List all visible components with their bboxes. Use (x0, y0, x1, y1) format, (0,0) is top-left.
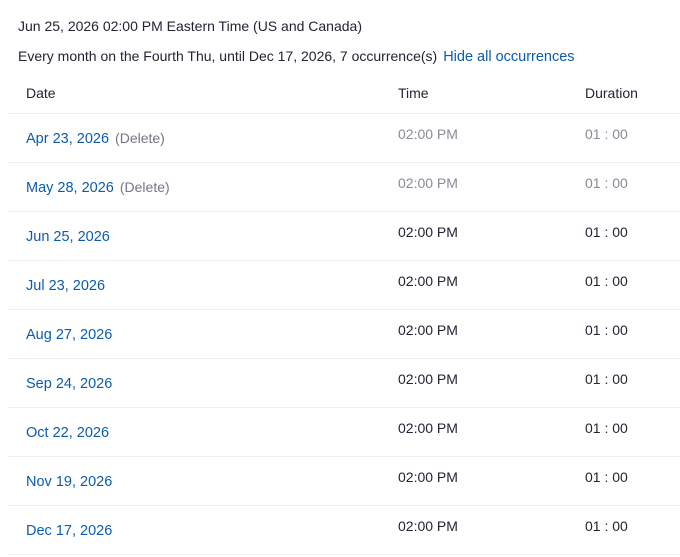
occurrence-duration: 01 : 00 (585, 175, 628, 191)
table-body: Apr 23, 2026 (Delete) 02:00 PM 01 : 00 May 2… (8, 114, 680, 555)
occurrence-duration: 01 : 00 (585, 273, 628, 289)
occurrence-time: 02:00 PM (398, 126, 458, 142)
recurrence-summary: Every month on the Fourth Thu, until Dec… (18, 46, 575, 67)
occurrence-time: 02:00 PM (398, 224, 458, 240)
occurrence-duration: 01 : 00 (585, 126, 628, 142)
hide-all-occurrences-link[interactable]: Hide all occurrences (443, 49, 574, 65)
occurrence-duration: 01 : 00 (585, 322, 628, 338)
recurrence-text: Every month on the Fourth Thu, until Dec… (18, 48, 438, 64)
occurrence-date-link[interactable]: Aug 27, 2026 (26, 327, 112, 343)
occurrences-table: Date Time Duration Apr 23, 2026 (Delete) 0… (8, 74, 680, 555)
occurrence-date-link[interactable]: Oct 22, 2026 (26, 425, 109, 441)
table-row: Jun 25, 2026 02:00 PM 01 : 00 (8, 212, 680, 261)
table-header-row: Date Time Duration (8, 74, 680, 114)
occurrence-time: 02:00 PM (398, 518, 458, 534)
occurrence-date-cell: Jun 25, 2026 (26, 226, 110, 247)
table-row: Sep 24, 2026 02:00 PM 01 : 00 (8, 359, 680, 408)
occurrence-date-link[interactable]: Sep 24, 2026 (26, 376, 112, 392)
table-row: Oct 22, 2026 02:00 PM 01 : 00 (8, 408, 680, 457)
occurrence-date-cell: Aug 27, 2026 (26, 324, 112, 345)
occurrence-duration: 01 : 00 (585, 469, 628, 485)
occurrence-date-cell: Nov 19, 2026 (26, 471, 112, 492)
table-row: Apr 23, 2026 (Delete) 02:00 PM 01 : 00 (8, 114, 680, 163)
occurrence-date-cell: Oct 22, 2026 (26, 422, 109, 443)
occurrence-date-cell: Sep 24, 2026 (26, 373, 112, 394)
occurrence-time: 02:00 PM (398, 469, 458, 485)
deleted-note: (Delete) (115, 130, 165, 146)
occurrence-date-link[interactable]: Apr 23, 2026 (26, 131, 109, 147)
column-header-time: Time (398, 85, 429, 101)
occurrence-date-cell: May 28, 2026 (Delete) (26, 177, 170, 198)
deleted-note: (Delete) (119, 179, 170, 195)
meeting-datetime: Jun 25, 2026 02:00 PM Eastern Time (US a… (18, 18, 362, 34)
occurrence-date-cell: Jul 23, 2026 (26, 275, 105, 296)
occurrence-time: 02:00 PM (398, 371, 458, 387)
table-row: Dec 17, 2026 02:00 PM 01 : 00 (8, 506, 680, 555)
occurrence-time: 02:00 PM (398, 322, 458, 338)
occurrence-duration: 01 : 00 (585, 420, 628, 436)
table-row: Aug 27, 2026 02:00 PM 01 : 00 (8, 310, 680, 359)
occurrence-date-cell: Apr 23, 2026 (Delete) (26, 128, 165, 149)
table-row: Nov 19, 2026 02:00 PM 01 : 00 (8, 457, 680, 506)
occurrence-date-link[interactable]: May 28, 2026 (26, 180, 114, 196)
occurrence-duration: 01 : 00 (585, 371, 628, 387)
occurrence-time: 02:00 PM (398, 175, 458, 191)
occurrence-date-link[interactable]: Dec 17, 2026 (26, 523, 112, 539)
table-row: May 28, 2026 (Delete) 02:00 PM 01 : 00 (8, 163, 680, 212)
table-row: Jul 23, 2026 02:00 PM 01 : 00 (8, 261, 680, 310)
column-header-date: Date (26, 85, 56, 101)
occurrence-date-link[interactable]: Jul 23, 2026 (26, 278, 105, 294)
occurrence-duration: 01 : 00 (585, 518, 628, 534)
occurrence-time: 02:00 PM (398, 420, 458, 436)
occurrence-duration: 01 : 00 (585, 224, 628, 240)
occurrence-date-link[interactable]: Jun 25, 2026 (26, 229, 110, 245)
occurrence-date-cell: Dec 17, 2026 (26, 520, 112, 541)
occurrence-date-link[interactable]: Nov 19, 2026 (26, 474, 112, 490)
occurrence-time: 02:00 PM (398, 273, 458, 289)
column-header-duration: Duration (585, 85, 638, 101)
